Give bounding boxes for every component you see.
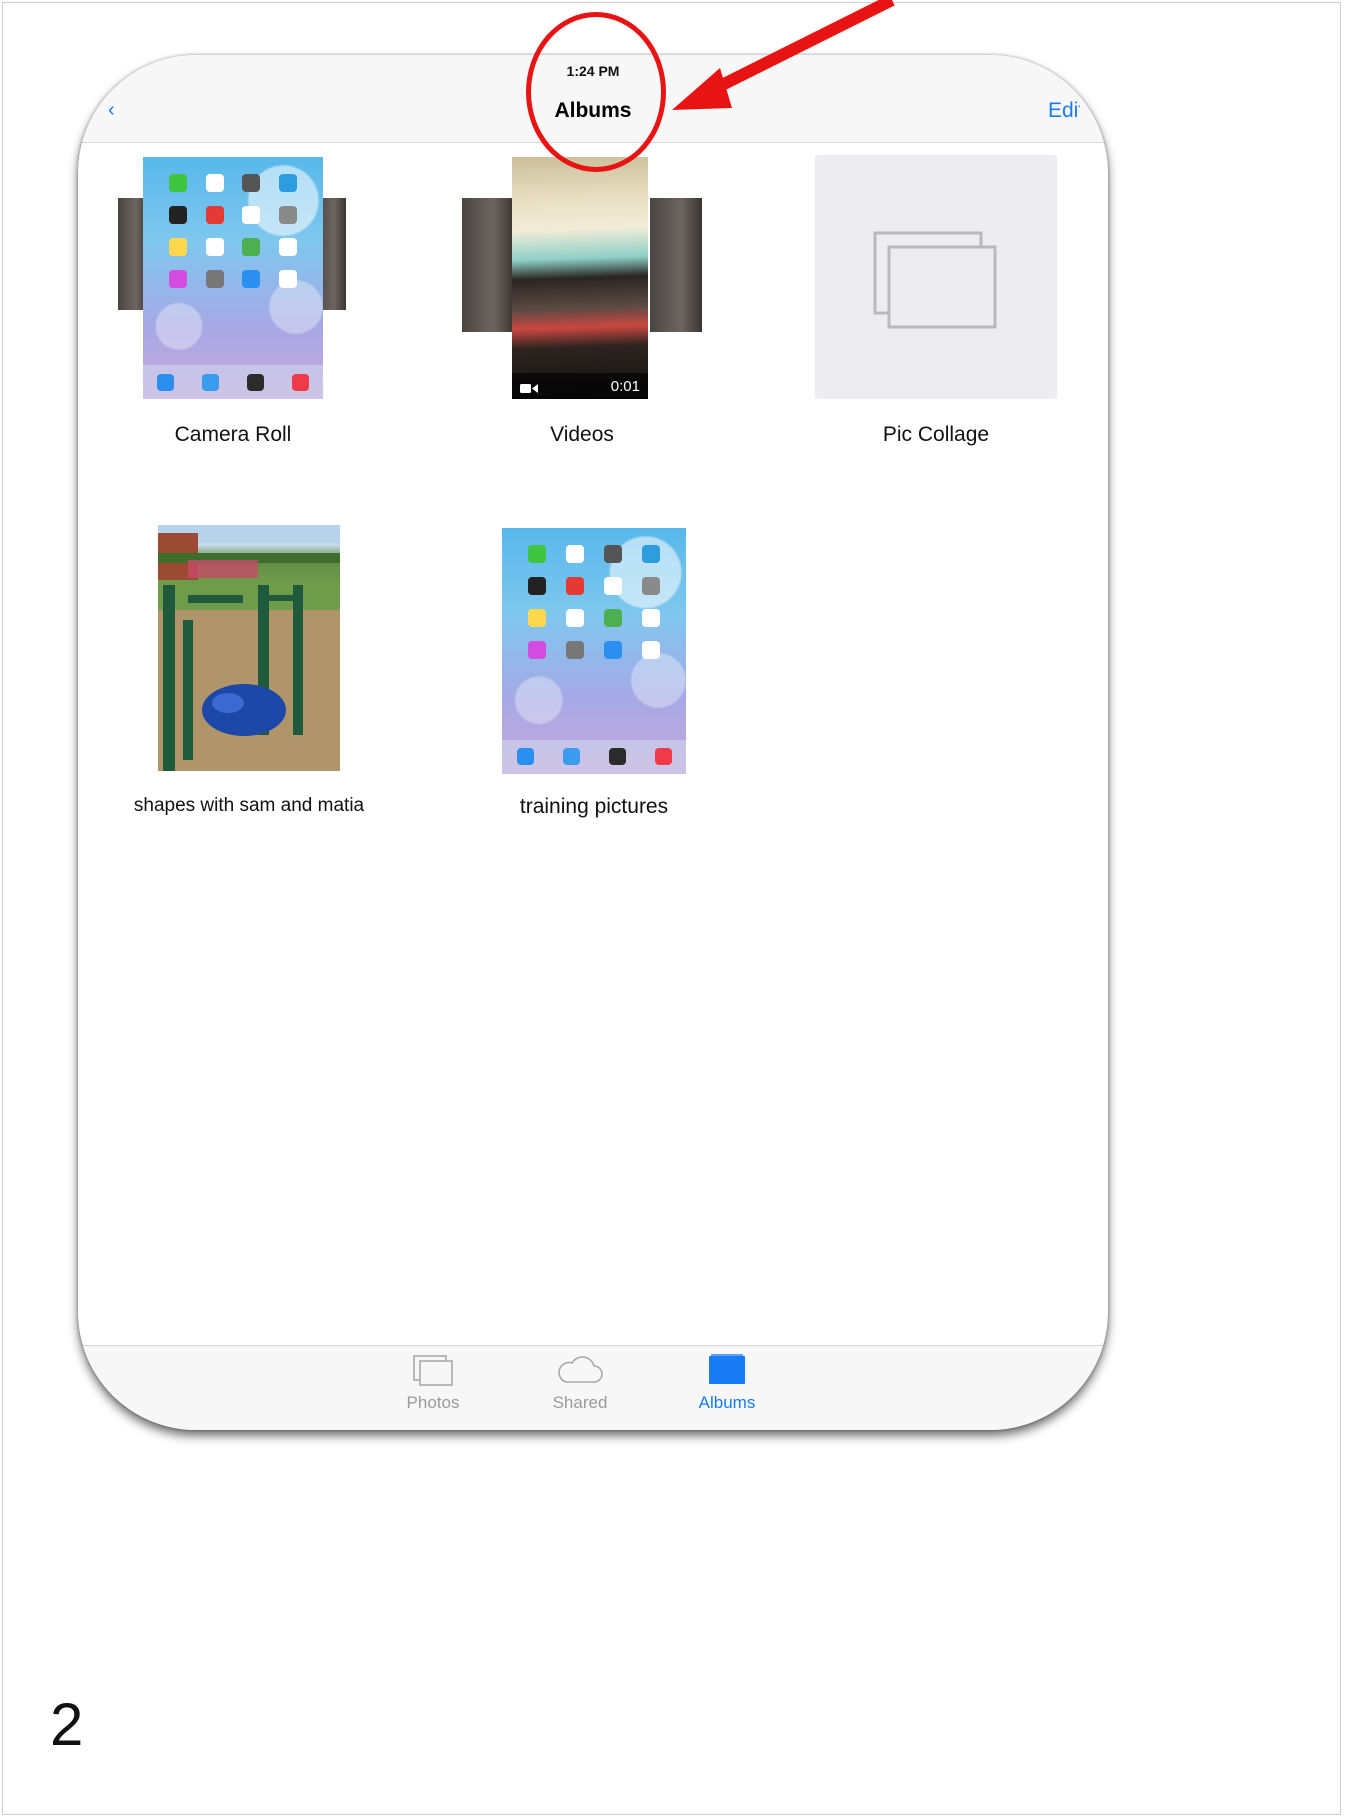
video-camera-icon xyxy=(520,381,538,398)
dock-app-icon xyxy=(608,748,626,766)
album-label: Pic Collage xyxy=(882,423,990,446)
app-icon xyxy=(528,641,547,660)
tab-label: Albums xyxy=(698,1393,756,1412)
app-icon xyxy=(168,205,187,224)
app-icon xyxy=(528,545,547,564)
playground-scene xyxy=(158,525,340,771)
dock-app-icon xyxy=(247,373,264,391)
tab-shared[interactable]: Shared xyxy=(525,1354,635,1413)
app-icon xyxy=(641,641,660,660)
app-icon xyxy=(566,577,585,596)
app-icon xyxy=(205,173,224,192)
ipad-screen-frame: 1:24 PM ‹ Albums Edit Camera Roll 0:01 V… xyxy=(78,55,1108,1430)
dock-app-icon xyxy=(654,748,672,766)
tab-photos[interactable]: Photos xyxy=(378,1354,488,1413)
app-icon xyxy=(242,269,261,288)
app-icon-grid xyxy=(159,173,307,288)
dock-app-icon xyxy=(157,373,174,391)
album-camera-roll[interactable]: Camera Roll xyxy=(118,155,348,446)
dock xyxy=(502,739,686,774)
app-icon xyxy=(641,577,660,596)
dock-app-icon xyxy=(292,373,309,391)
app-icon xyxy=(528,609,547,628)
album-label: training pictures xyxy=(519,795,669,818)
app-icon xyxy=(279,237,298,256)
cloud-icon xyxy=(556,1356,604,1390)
app-icon xyxy=(205,237,224,256)
album-shapes-with-sam-and-matia[interactable]: shapes with sam and matia xyxy=(134,525,364,816)
stacked-photo-right xyxy=(650,198,702,332)
tab-label: Photos xyxy=(406,1393,460,1412)
empty-album-icon xyxy=(873,231,997,336)
videos-thumbnail: 0:01 xyxy=(512,157,648,399)
empty-album-thumbnail xyxy=(815,155,1057,399)
app-icon xyxy=(168,173,187,192)
playground-photo-thumbnail xyxy=(158,525,340,771)
album-label: shapes with sam and matia xyxy=(133,795,365,816)
app-icon xyxy=(603,641,622,660)
app-icon xyxy=(603,577,622,596)
app-icon-grid xyxy=(519,545,670,660)
app-icon xyxy=(205,205,224,224)
app-icon xyxy=(641,609,660,628)
app-icon xyxy=(279,205,298,224)
video-info-bar: 0:01 xyxy=(512,373,648,399)
album-label: Camera Roll xyxy=(174,423,292,446)
app-icon xyxy=(641,545,660,564)
app-icon xyxy=(279,173,298,192)
tab-label: Shared xyxy=(552,1393,608,1412)
app-icon xyxy=(603,609,622,628)
albums-folder-icon xyxy=(706,1354,748,1390)
app-icon xyxy=(168,269,187,288)
annotation-arrow xyxy=(672,0,895,110)
camera-roll-thumbnail xyxy=(143,157,323,399)
app-icon xyxy=(528,577,547,596)
video-duration: 0:01 xyxy=(610,378,640,395)
app-icon xyxy=(566,641,585,660)
album-pic-collage[interactable]: Pic Collage xyxy=(815,155,1057,446)
photos-icon xyxy=(412,1355,454,1390)
app-icon xyxy=(566,545,585,564)
dock-app-icon xyxy=(516,748,534,766)
app-icon xyxy=(242,205,261,224)
app-icon xyxy=(242,173,261,192)
app-icon xyxy=(168,237,187,256)
app-icon xyxy=(242,237,261,256)
dock-app-icon xyxy=(562,748,580,766)
tab-albums[interactable]: Albums xyxy=(672,1354,782,1413)
album-training-pictures[interactable]: training pictures xyxy=(502,528,686,818)
edit-button[interactable]: Edit xyxy=(1048,99,1080,123)
dock xyxy=(143,365,323,399)
app-icon xyxy=(205,269,224,288)
page-number: 2 xyxy=(50,1691,84,1758)
annotation-circle xyxy=(526,12,666,172)
app-icon xyxy=(603,545,622,564)
training-pictures-thumbnail xyxy=(502,528,686,774)
album-label: Videos xyxy=(550,423,614,446)
app-icon xyxy=(279,269,298,288)
album-videos[interactable]: 0:01 Videos xyxy=(462,155,702,446)
tab-bar: Photos Shared Albums xyxy=(78,1345,1108,1430)
dock-app-icon xyxy=(202,373,219,391)
stacked-photo-left xyxy=(462,198,514,332)
app-icon xyxy=(566,609,585,628)
